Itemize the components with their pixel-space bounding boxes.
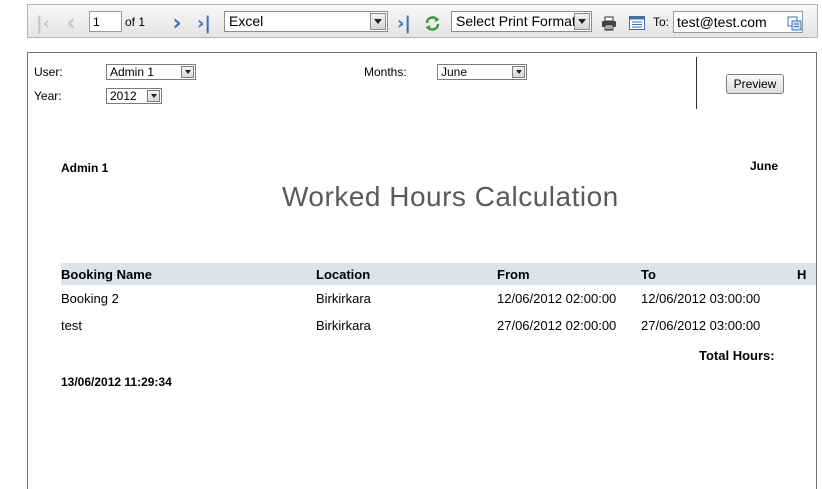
table-row: Booking 2 Birkirkara 12/06/2012 02:00:00… [61,288,816,308]
user-param-select[interactable]: Admin 1 [106,64,196,80]
column-header: Booking Name [61,267,153,282]
print-icon[interactable] [600,14,618,32]
table-row: test Birkirkara 27/06/2012 02:00:00 27/0… [61,315,816,335]
report-title: Worked Hours Calculation [282,181,619,212]
months-param-select[interactable]: June [437,64,527,80]
total-hours-label: Total Hours: [699,348,775,363]
chevron-down-icon [181,66,194,78]
export-icon[interactable]: ›| [395,13,413,34]
preview-button[interactable]: Preview [726,74,784,94]
table-cell: test [61,318,82,333]
table-cell: 12/06/2012 02:00:00 [497,291,617,306]
email-to-label: To: [653,15,670,29]
first-page-icon[interactable]: |‹ [34,13,52,34]
column-header: H [797,267,807,282]
column-header: To [641,267,656,282]
report-user: Admin 1 [61,161,109,175]
next-page-icon[interactable]: › [168,11,186,36]
table-cell: Booking 2 [61,291,119,306]
report-timestamp: 13/06/2012 11:29:34 [61,375,172,389]
chevron-down-icon [370,13,386,30]
export-format-select[interactable]: Excel [224,11,388,32]
send-email-icon[interactable] [786,14,804,32]
year-param-select[interactable]: 2012 [106,88,162,104]
email-to-input[interactable] [673,11,803,33]
print-format-select[interactable]: Select Print Format [451,11,592,32]
previous-page-icon[interactable]: ‹ [62,11,80,36]
page-count-label: of 1 [125,15,146,29]
print-format-value: Select Print Format [456,13,576,29]
months-param-label: Months: [364,65,407,79]
report-toolbar: |‹ ‹ of 1 › ›| Excel ›| Select Print For… [27,4,818,38]
months-param-value: June [441,65,468,79]
column-header: Location [316,267,371,282]
refresh-icon[interactable] [423,14,441,32]
year-param-label: Year: [34,89,62,103]
chevron-down-icon [147,90,160,102]
year-param-value: 2012 [110,89,137,103]
chevron-down-icon [512,66,525,78]
report-month: June [750,159,779,173]
chevron-down-icon [574,13,590,30]
table-header: Booking Name Location From To H [61,263,816,285]
export-format-value: Excel [229,13,264,29]
user-param-label: User: [34,65,63,79]
user-param-value: Admin 1 [110,65,155,79]
page-number-input[interactable] [89,11,122,32]
table-cell: 27/06/2012 02:00:00 [497,318,617,333]
param-divider [696,57,697,109]
table-cell: Birkirkara [316,318,371,333]
table-cell: 27/06/2012 03:00:00 [641,318,761,333]
report-viewer: User: Admin 1 Year: 2012 Months: June Pr… [27,52,817,489]
column-header: From [497,267,530,282]
table-cell: 12/06/2012 03:00:00 [641,291,761,306]
page-layout-icon[interactable] [628,14,646,32]
table-cell: Birkirkara [316,291,371,306]
last-page-icon[interactable]: ›| [195,13,213,34]
